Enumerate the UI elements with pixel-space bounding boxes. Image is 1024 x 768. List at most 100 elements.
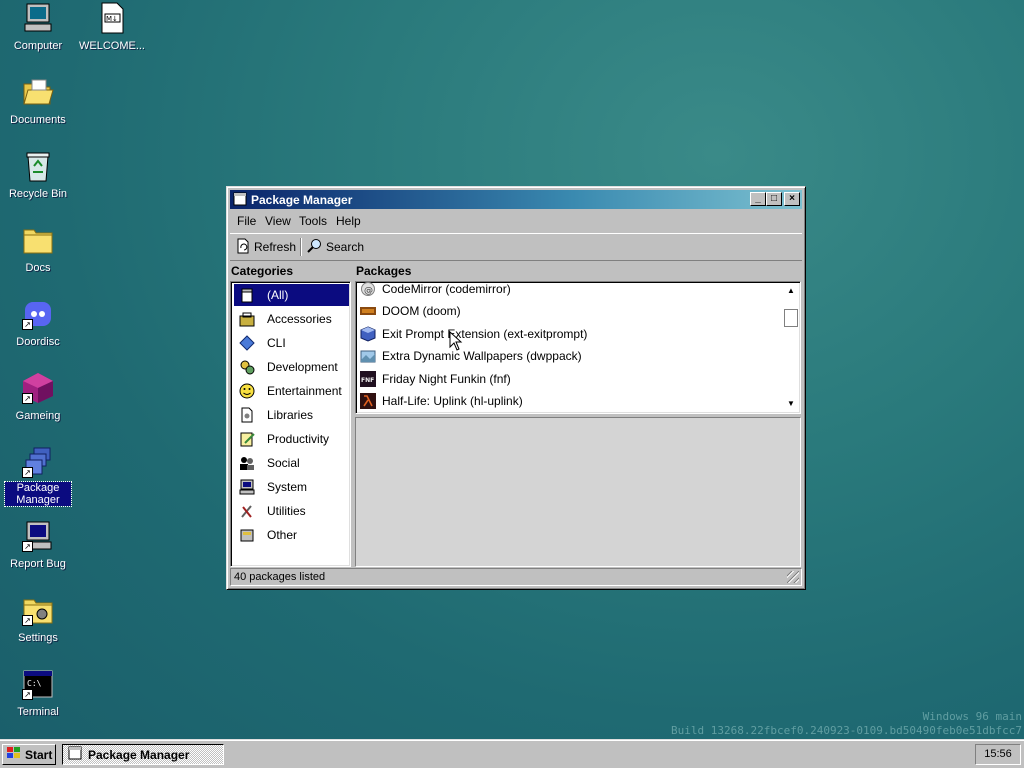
half-life-lambda-icon xyxy=(360,393,376,409)
category-label: (All) xyxy=(267,288,289,302)
desktop-icon-label: Package Manager xyxy=(4,481,72,507)
package-manager-window[interactable]: Package Manager _ □ × File View Tools He… xyxy=(226,186,806,590)
desktop-icon-documents[interactable]: Documents xyxy=(0,76,76,126)
category-label: Productivity xyxy=(267,432,330,446)
svg-text:M↓: M↓ xyxy=(106,15,118,23)
desktop-icon-label: Computer xyxy=(13,40,63,52)
desktop-icon-gameing[interactable]: ↗ Gameing xyxy=(0,372,76,422)
search-button[interactable]: Search xyxy=(306,237,364,257)
refresh-icon xyxy=(236,238,250,257)
desktop-icon-label: Recycle Bin xyxy=(8,188,68,200)
package-item-codemirror[interactable]: @ CodeMirror (codemirror) xyxy=(360,282,511,299)
category-utilities[interactable]: Utilities xyxy=(234,500,349,522)
menu-view[interactable]: View xyxy=(265,214,291,228)
mouse-cursor-icon xyxy=(449,330,463,351)
development-gears-icon xyxy=(239,359,255,375)
desktop-icon-doordisc[interactable]: ↗ Doordisc xyxy=(0,298,76,348)
desktop-icon-report-bug[interactable]: ↗ Report Bug xyxy=(0,520,76,570)
desktop-icon-label: Terminal xyxy=(17,706,59,718)
maximize-button[interactable]: □ xyxy=(766,192,782,206)
fnf-icon: FNF xyxy=(360,371,376,387)
desktop-icon-label: Documents xyxy=(10,114,66,126)
menu-tools[interactable]: Tools xyxy=(299,214,327,228)
library-file-icon xyxy=(239,407,255,423)
category-label: Utilities xyxy=(267,504,306,518)
window-titlebar[interactable]: Package Manager _ □ × xyxy=(230,190,802,209)
desktop-icon-label: Report Bug xyxy=(10,558,66,570)
category-label: Other xyxy=(267,528,298,542)
recycle-bin-icon xyxy=(22,150,54,182)
minimize-button[interactable]: _ xyxy=(750,192,766,206)
taskbar-button-label: Package Manager xyxy=(88,747,190,762)
discord-icon: ↗ xyxy=(22,298,54,330)
search-label: Search xyxy=(326,240,365,254)
doom-icon xyxy=(360,303,376,319)
svg-text:FNF: FNF xyxy=(361,377,374,384)
cli-diamond-icon xyxy=(239,335,255,351)
build-watermark-line1: Windows 96 main xyxy=(922,710,1022,723)
category-cli[interactable]: CLI xyxy=(234,332,349,354)
package-item-hl-uplink[interactable]: Half-Life: Uplink (hl-uplink) xyxy=(360,391,523,411)
search-icon xyxy=(306,238,322,257)
desktop-icon-label: Gameing xyxy=(15,410,61,422)
category-social[interactable]: Social xyxy=(234,452,349,474)
close-button[interactable]: × xyxy=(784,192,800,206)
desktop-icon-computer[interactable]: Computer xyxy=(0,2,76,52)
taskbar-button-package-manager[interactable]: Package Manager xyxy=(62,744,224,765)
package-manager-icon: ↗ xyxy=(22,446,54,478)
category-all[interactable]: (All) xyxy=(234,284,349,306)
scroll-thumb[interactable] xyxy=(784,309,798,327)
category-accessories[interactable]: Accessories xyxy=(234,308,349,330)
package-item-exit-prompt[interactable]: Exit Prompt Extension (ext-exitprompt) xyxy=(360,324,587,344)
desktop-icon-terminal[interactable]: C:\ ↗ Terminal xyxy=(0,668,76,718)
category-label: System xyxy=(267,480,308,494)
category-label: CLI xyxy=(267,336,286,350)
extension-cube-icon xyxy=(360,326,376,342)
folder-icon xyxy=(22,224,54,256)
category-libraries[interactable]: Libraries xyxy=(234,404,349,426)
shortcut-arrow-icon: ↗ xyxy=(22,319,33,330)
category-label: Development xyxy=(267,360,338,374)
desktop-icon-recycle-bin[interactable]: Recycle Bin xyxy=(0,150,76,200)
menu-file[interactable]: File xyxy=(237,214,256,228)
terminal-icon: C:\ ↗ xyxy=(22,668,54,700)
category-entertainment[interactable]: Entertainment xyxy=(234,380,349,402)
category-development[interactable]: Development xyxy=(234,356,349,378)
package-item-dwppack[interactable]: Extra Dynamic Wallpapers (dwppack) xyxy=(360,346,582,366)
categories-list[interactable]: (All) Accessories CLI Development Entert… xyxy=(230,281,351,567)
refresh-button[interactable]: Refresh xyxy=(236,237,296,257)
shortcut-arrow-icon: ↗ xyxy=(22,393,33,404)
menu-help[interactable]: Help xyxy=(336,214,361,228)
app-window-icon xyxy=(68,746,82,763)
packages-scrollbar[interactable]: ▲ ▼ xyxy=(783,283,799,412)
category-system[interactable]: System xyxy=(234,476,349,498)
category-other[interactable]: Other xyxy=(234,524,349,546)
codemirror-icon: @ xyxy=(360,282,376,297)
build-watermark-line2: Build 13268.22fbcef0.240923-0109.bd50490… xyxy=(671,724,1022,737)
report-bug-icon: ↗ xyxy=(22,520,54,552)
resize-grip-icon[interactable] xyxy=(787,571,799,583)
desktop-icon-welcome[interactable]: M↓ WELCOME... xyxy=(74,2,150,52)
desktop-icon-package-manager[interactable]: ↗ Package Manager xyxy=(0,446,76,507)
packages-heading: Packages xyxy=(356,264,412,278)
system-tray-clock[interactable]: 15:56 xyxy=(975,744,1021,765)
package-item-doom[interactable]: DOOM (doom) xyxy=(360,301,461,321)
category-label: Libraries xyxy=(267,408,314,422)
category-label: Accessories xyxy=(267,312,332,326)
categories-heading: Categories xyxy=(231,264,294,278)
other-icon xyxy=(239,527,255,543)
desktop-icon-label: Doordisc xyxy=(16,336,60,348)
packages-list[interactable]: @ CodeMirror (codemirror) DOOM (doom) Ex… xyxy=(355,281,801,414)
all-icon xyxy=(239,287,255,303)
desktop-icon-docs[interactable]: Docs xyxy=(0,224,76,274)
category-productivity[interactable]: Productivity xyxy=(234,428,349,450)
start-button[interactable]: Start xyxy=(2,744,56,765)
scroll-up-arrow-icon[interactable]: ▲ xyxy=(783,283,799,299)
package-item-fnf[interactable]: FNF Friday Night Funkin (fnf) xyxy=(360,369,511,389)
scroll-down-arrow-icon[interactable]: ▼ xyxy=(783,396,799,412)
desktop-icon-label: Settings xyxy=(18,632,58,644)
desktop-icon-settings[interactable]: ↗ Settings xyxy=(0,594,76,644)
shortcut-arrow-icon: ↗ xyxy=(22,467,33,478)
settings-folder-icon: ↗ xyxy=(22,594,54,626)
system-computer-icon xyxy=(239,479,255,495)
